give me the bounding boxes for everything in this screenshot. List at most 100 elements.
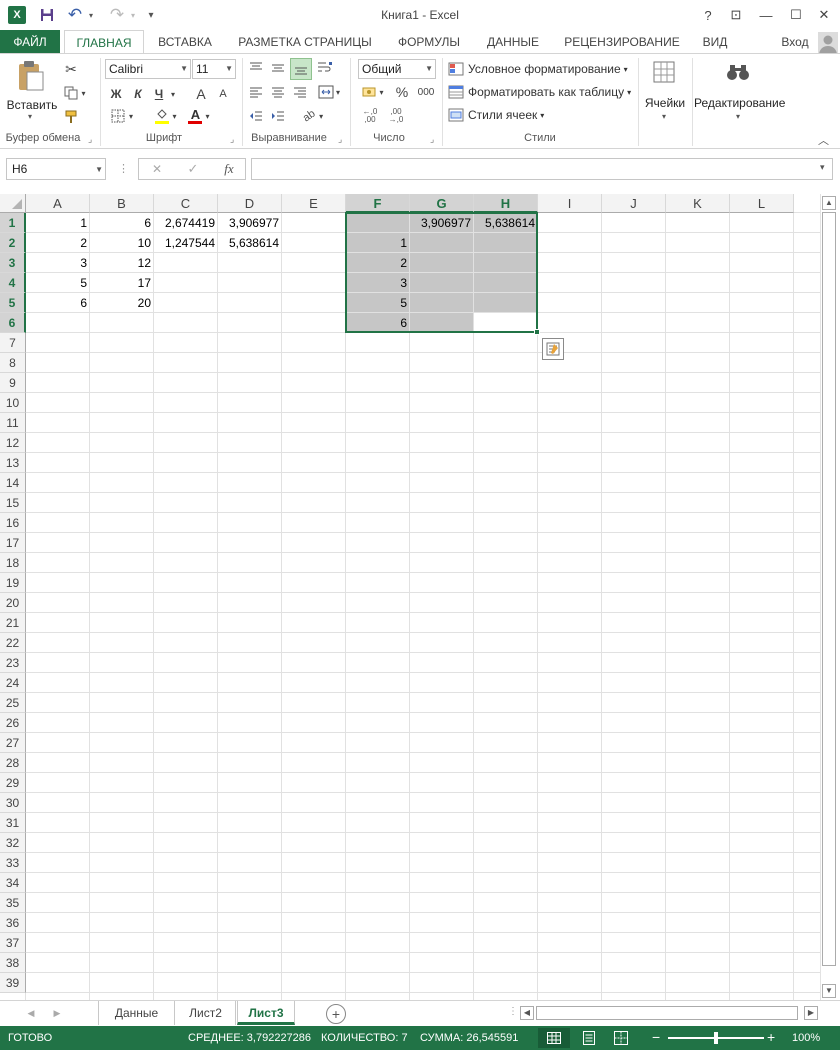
cells-button[interactable]: Ячейки ▾	[640, 58, 690, 128]
ribbon-display-options-button[interactable]: ⊡	[724, 4, 748, 26]
row-header-4[interactable]: 4	[0, 273, 26, 293]
align-right-icon[interactable]	[290, 82, 310, 102]
row-header-32[interactable]: 32	[0, 833, 26, 853]
row-header-35[interactable]: 35	[0, 893, 26, 913]
wrap-text-icon[interactable]	[314, 58, 336, 78]
column-header-j[interactable]: J	[602, 194, 666, 213]
expand-formula-icon[interactable]: ▾	[820, 162, 825, 173]
row-header-30[interactable]: 30	[0, 793, 26, 813]
shrink-font-button[interactable]: A	[214, 84, 232, 104]
row-header-33[interactable]: 33	[0, 853, 26, 873]
cancel-edit-button[interactable]: ✕	[147, 160, 167, 178]
row-header-21[interactable]: 21	[0, 613, 26, 633]
thousands-separator-button[interactable]: 000	[414, 82, 438, 102]
confirm-edit-button[interactable]: ✓	[183, 160, 203, 178]
row-header-1[interactable]: 1	[0, 213, 26, 233]
column-header-e[interactable]: E	[282, 194, 346, 213]
merge-center-icon[interactable]: ▾	[314, 82, 344, 102]
row-header-39[interactable]: 39	[0, 973, 26, 993]
row-header-5[interactable]: 5	[0, 293, 26, 313]
row-header-19[interactable]: 19	[0, 573, 26, 593]
name-box[interactable]: H6 ▼	[6, 158, 106, 180]
column-header-g[interactable]: G	[410, 194, 474, 213]
row-header-18[interactable]: 18	[0, 553, 26, 573]
column-header-k[interactable]: K	[666, 194, 730, 213]
minimize-button[interactable]: —	[754, 4, 778, 26]
row-header-22[interactable]: 22	[0, 633, 26, 653]
signin-link[interactable]: Вход	[774, 30, 816, 54]
scroll-up-icon[interactable]: ▲	[822, 196, 836, 210]
maximize-button[interactable]: ☐	[784, 4, 808, 26]
close-button[interactable]: ✕	[812, 4, 836, 26]
fill-color-icon[interactable]: ▾	[150, 106, 182, 126]
scroll-thumb[interactable]	[822, 212, 836, 966]
format-as-table-button[interactable]: Форматировать как таблицу ▾	[448, 82, 631, 102]
normal-view-icon[interactable]	[538, 1028, 570, 1048]
select-all-corner[interactable]	[0, 194, 26, 213]
row-header-15[interactable]: 15	[0, 493, 26, 513]
decrease-decimal-icon[interactable]: ,00 →,0	[384, 106, 408, 126]
column-header-h[interactable]: H	[474, 194, 538, 213]
row-header-25[interactable]: 25	[0, 693, 26, 713]
scroll-down-icon[interactable]: ▼	[822, 984, 836, 998]
row-header-28[interactable]: 28	[0, 753, 26, 773]
tab-formulas[interactable]: ФОРМУЛЫ	[390, 30, 468, 54]
row-header-9[interactable]: 9	[0, 373, 26, 393]
row-header-14[interactable]: 14	[0, 473, 26, 493]
column-header-a[interactable]: A	[26, 194, 90, 213]
row-header-31[interactable]: 31	[0, 813, 26, 833]
column-header-d[interactable]: D	[218, 194, 282, 213]
increase-indent-icon[interactable]	[268, 106, 288, 126]
dialog-launcher-icon[interactable]: ⌟	[230, 134, 234, 145]
row-header-27[interactable]: 27	[0, 733, 26, 753]
scroll-thumb[interactable]	[536, 1006, 798, 1020]
format-painter-icon[interactable]	[62, 108, 80, 126]
tab-page-layout[interactable]: РАЗМЕТКА СТРАНИЦЫ	[228, 30, 382, 54]
scroll-right-icon[interactable]: ▶	[804, 1006, 818, 1020]
row-header-11[interactable]: 11	[0, 413, 26, 433]
sheet-tab-list3[interactable]: Лист3	[237, 1001, 295, 1025]
vertical-scrollbar[interactable]: ▲ ▼	[820, 194, 836, 1000]
insert-function-button[interactable]: fx	[219, 160, 239, 178]
zoom-slider-thumb[interactable]	[714, 1032, 718, 1044]
column-header-f[interactable]: F	[346, 194, 410, 213]
number-format-combo[interactable]: Общий ▼	[358, 59, 436, 79]
zoom-slider[interactable]	[668, 1032, 764, 1044]
cell-styles-button[interactable]: Стили ячеек ▾	[448, 105, 544, 125]
scroll-left-icon[interactable]: ◀	[520, 1006, 534, 1020]
tab-home[interactable]: ГЛАВНАЯ	[64, 30, 144, 54]
tab-data[interactable]: ДАННЫЕ	[478, 30, 548, 54]
increase-decimal-icon[interactable]: ←,0,00	[358, 106, 382, 126]
grow-font-button[interactable]: A	[192, 84, 210, 104]
page-break-view-icon[interactable]	[614, 1031, 628, 1048]
column-header-c[interactable]: C	[154, 194, 218, 213]
sheet-tab-data[interactable]: Данные	[99, 1001, 175, 1025]
editing-button[interactable]: Редактирование ▾	[694, 58, 785, 128]
cut-icon[interactable]: ✂	[62, 60, 80, 78]
row-header-36[interactable]: 36	[0, 913, 26, 933]
conditional-formatting-button[interactable]: Условное форматирование ▾	[448, 59, 628, 79]
fill-handle[interactable]	[534, 329, 540, 335]
row-header-23[interactable]: 23	[0, 653, 26, 673]
tab-insert[interactable]: ВСТАВКА	[150, 30, 220, 54]
row-header-12[interactable]: 12	[0, 433, 26, 453]
row-header-37[interactable]: 37	[0, 933, 26, 953]
worksheet-grid[interactable]	[0, 194, 820, 1000]
dialog-launcher-icon[interactable]: ⌟	[88, 134, 92, 145]
row-header-26[interactable]: 26	[0, 713, 26, 733]
zoom-out-button[interactable]: −	[652, 1029, 660, 1045]
percent-button[interactable]: %	[392, 82, 412, 102]
row-header-16[interactable]: 16	[0, 513, 26, 533]
align-bottom-icon[interactable]	[290, 58, 312, 80]
row-header-3[interactable]: 3	[0, 253, 26, 273]
row-header-17[interactable]: 17	[0, 533, 26, 553]
horizontal-scrollbar[interactable]: ◀ ▶	[520, 1006, 820, 1022]
align-left-icon[interactable]	[246, 82, 266, 102]
row-header-38[interactable]: 38	[0, 953, 26, 973]
orientation-icon[interactable]: ab ▾	[298, 106, 328, 126]
bold-button[interactable]: Ж	[106, 84, 126, 104]
sheet-tab-list2[interactable]: Лист2	[176, 1001, 236, 1025]
row-header-7[interactable]: 7	[0, 333, 26, 353]
tab-review[interactable]: РЕЦЕНЗИРОВАНИЕ	[558, 30, 686, 54]
tab-split-grip-icon[interactable]: ⋮	[508, 1006, 518, 1017]
